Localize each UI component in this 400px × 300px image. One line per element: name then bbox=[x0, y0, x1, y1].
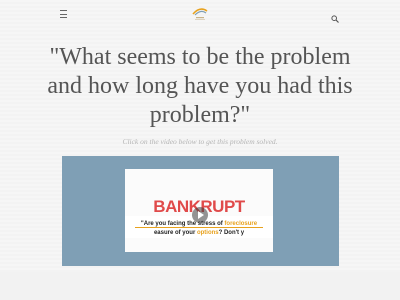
page: "What seems to be the problem and how lo… bbox=[0, 0, 400, 300]
caption-underline bbox=[135, 227, 263, 228]
hamburger-icon[interactable] bbox=[60, 10, 67, 18]
video-caption-line-2: easure of your options? Don't y bbox=[153, 230, 245, 236]
video-instruction: Click on the video below to get this pro… bbox=[122, 137, 278, 146]
house-swoosh-logo-icon bbox=[192, 8, 208, 20]
footer-band bbox=[0, 272, 400, 300]
video-section: BANKRUPT "Are you facing the stress of f… bbox=[62, 156, 339, 266]
site-logo[interactable] bbox=[190, 5, 210, 21]
top-bar bbox=[0, 0, 400, 30]
search-icon[interactable] bbox=[331, 10, 339, 23]
video-thumbnail[interactable]: BANKRUPT "Are you facing the stress of f… bbox=[125, 169, 273, 252]
page-headline: "What seems to be the problem and how lo… bbox=[47, 44, 353, 128]
play-icon[interactable] bbox=[192, 207, 208, 223]
